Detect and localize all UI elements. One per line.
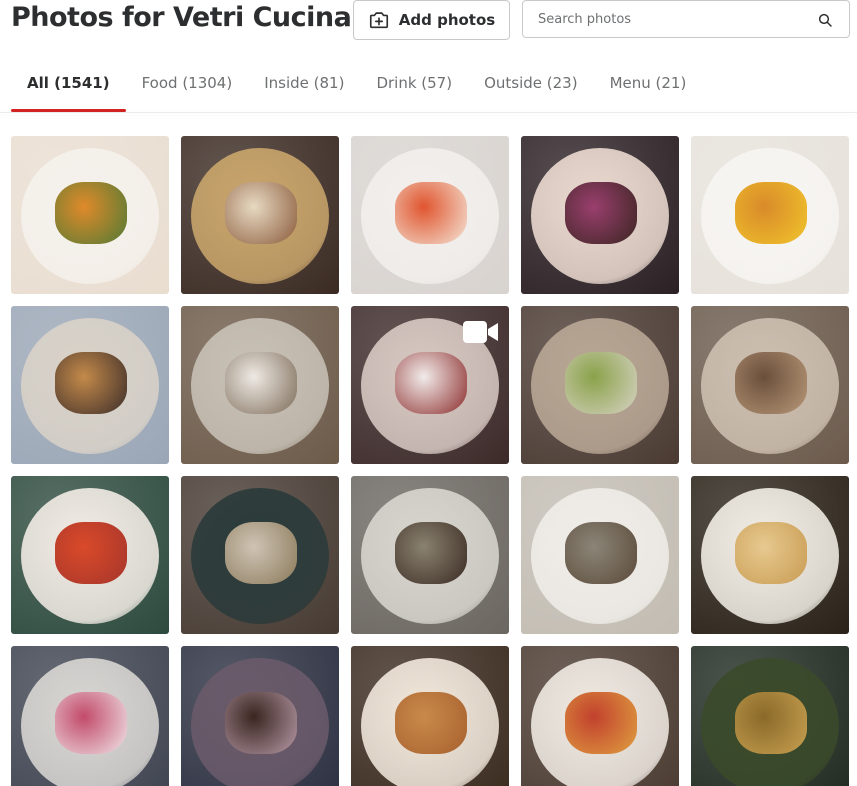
photo-spaghetti[interactable]: [11, 476, 169, 634]
tab-outside[interactable]: Outside (23): [468, 64, 594, 112]
food-shape: [735, 522, 807, 584]
food-shape: [735, 352, 807, 414]
tab-food[interactable]: Food (1304): [126, 64, 249, 112]
food-shape: [55, 522, 127, 584]
photo-chocolate-cake[interactable]: [181, 646, 339, 786]
add-photo-icon: [369, 12, 388, 29]
photo-foie-gras-toast[interactable]: [11, 306, 169, 464]
photo-pappardelle[interactable]: [351, 646, 509, 786]
photo-greens-plate[interactable]: [521, 306, 679, 464]
photo-soup-plate[interactable]: [11, 136, 169, 294]
search-input[interactable]: [523, 1, 813, 37]
photo-category-tabs: All (1541) Food (1304) Inside (81) Drink…: [11, 64, 702, 112]
food-shape: [55, 692, 127, 754]
photo-tray-glasses[interactable]: [181, 476, 339, 634]
photo-tartare-ravioli[interactable]: [521, 646, 679, 786]
photo-teapot-video[interactable]: [351, 306, 509, 464]
search-box: [522, 0, 850, 38]
tab-menu[interactable]: Menu (21): [594, 64, 703, 112]
photo-alley-night[interactable]: [691, 646, 849, 786]
food-shape: [395, 692, 467, 754]
food-shape: [565, 692, 637, 754]
photo-truffle-dish[interactable]: [691, 306, 849, 464]
tabs-divider: [0, 112, 857, 113]
add-photos-button[interactable]: Add photos: [353, 0, 510, 40]
photo-pasta-truffle[interactable]: [691, 476, 849, 634]
food-shape: [225, 522, 297, 584]
photo-terrine[interactable]: [521, 476, 679, 634]
tab-drink[interactable]: Drink (57): [360, 64, 468, 112]
page-title: Photos for Vetri Cucina: [11, 2, 352, 33]
food-shape: [395, 352, 467, 414]
video-icon: [463, 321, 498, 343]
food-shape: [225, 692, 297, 754]
food-shape: [225, 182, 297, 244]
food-shape: [395, 522, 467, 584]
food-shape: [55, 352, 127, 414]
tab-inside[interactable]: Inside (81): [248, 64, 360, 112]
photo-oysters[interactable]: [181, 306, 339, 464]
tab-all[interactable]: All (1541): [11, 64, 126, 112]
photo-endive-dessert[interactable]: [521, 136, 679, 294]
food-shape: [735, 182, 807, 244]
food-shape: [565, 522, 637, 584]
search-icon[interactable]: [817, 12, 833, 28]
photo-beet-salad[interactable]: [11, 646, 169, 786]
food-shape: [565, 352, 637, 414]
photo-toast-squares[interactable]: [351, 136, 509, 294]
add-photos-label: Add photos: [398, 11, 496, 29]
food-shape: [225, 352, 297, 414]
photo-tart-gelato[interactable]: [691, 136, 849, 294]
food-shape: [565, 182, 637, 244]
food-shape: [55, 182, 127, 244]
food-shape: [735, 692, 807, 754]
food-shape: [395, 182, 467, 244]
photo-dining-room[interactable]: [181, 136, 339, 294]
photo-artichoke[interactable]: [351, 476, 509, 634]
